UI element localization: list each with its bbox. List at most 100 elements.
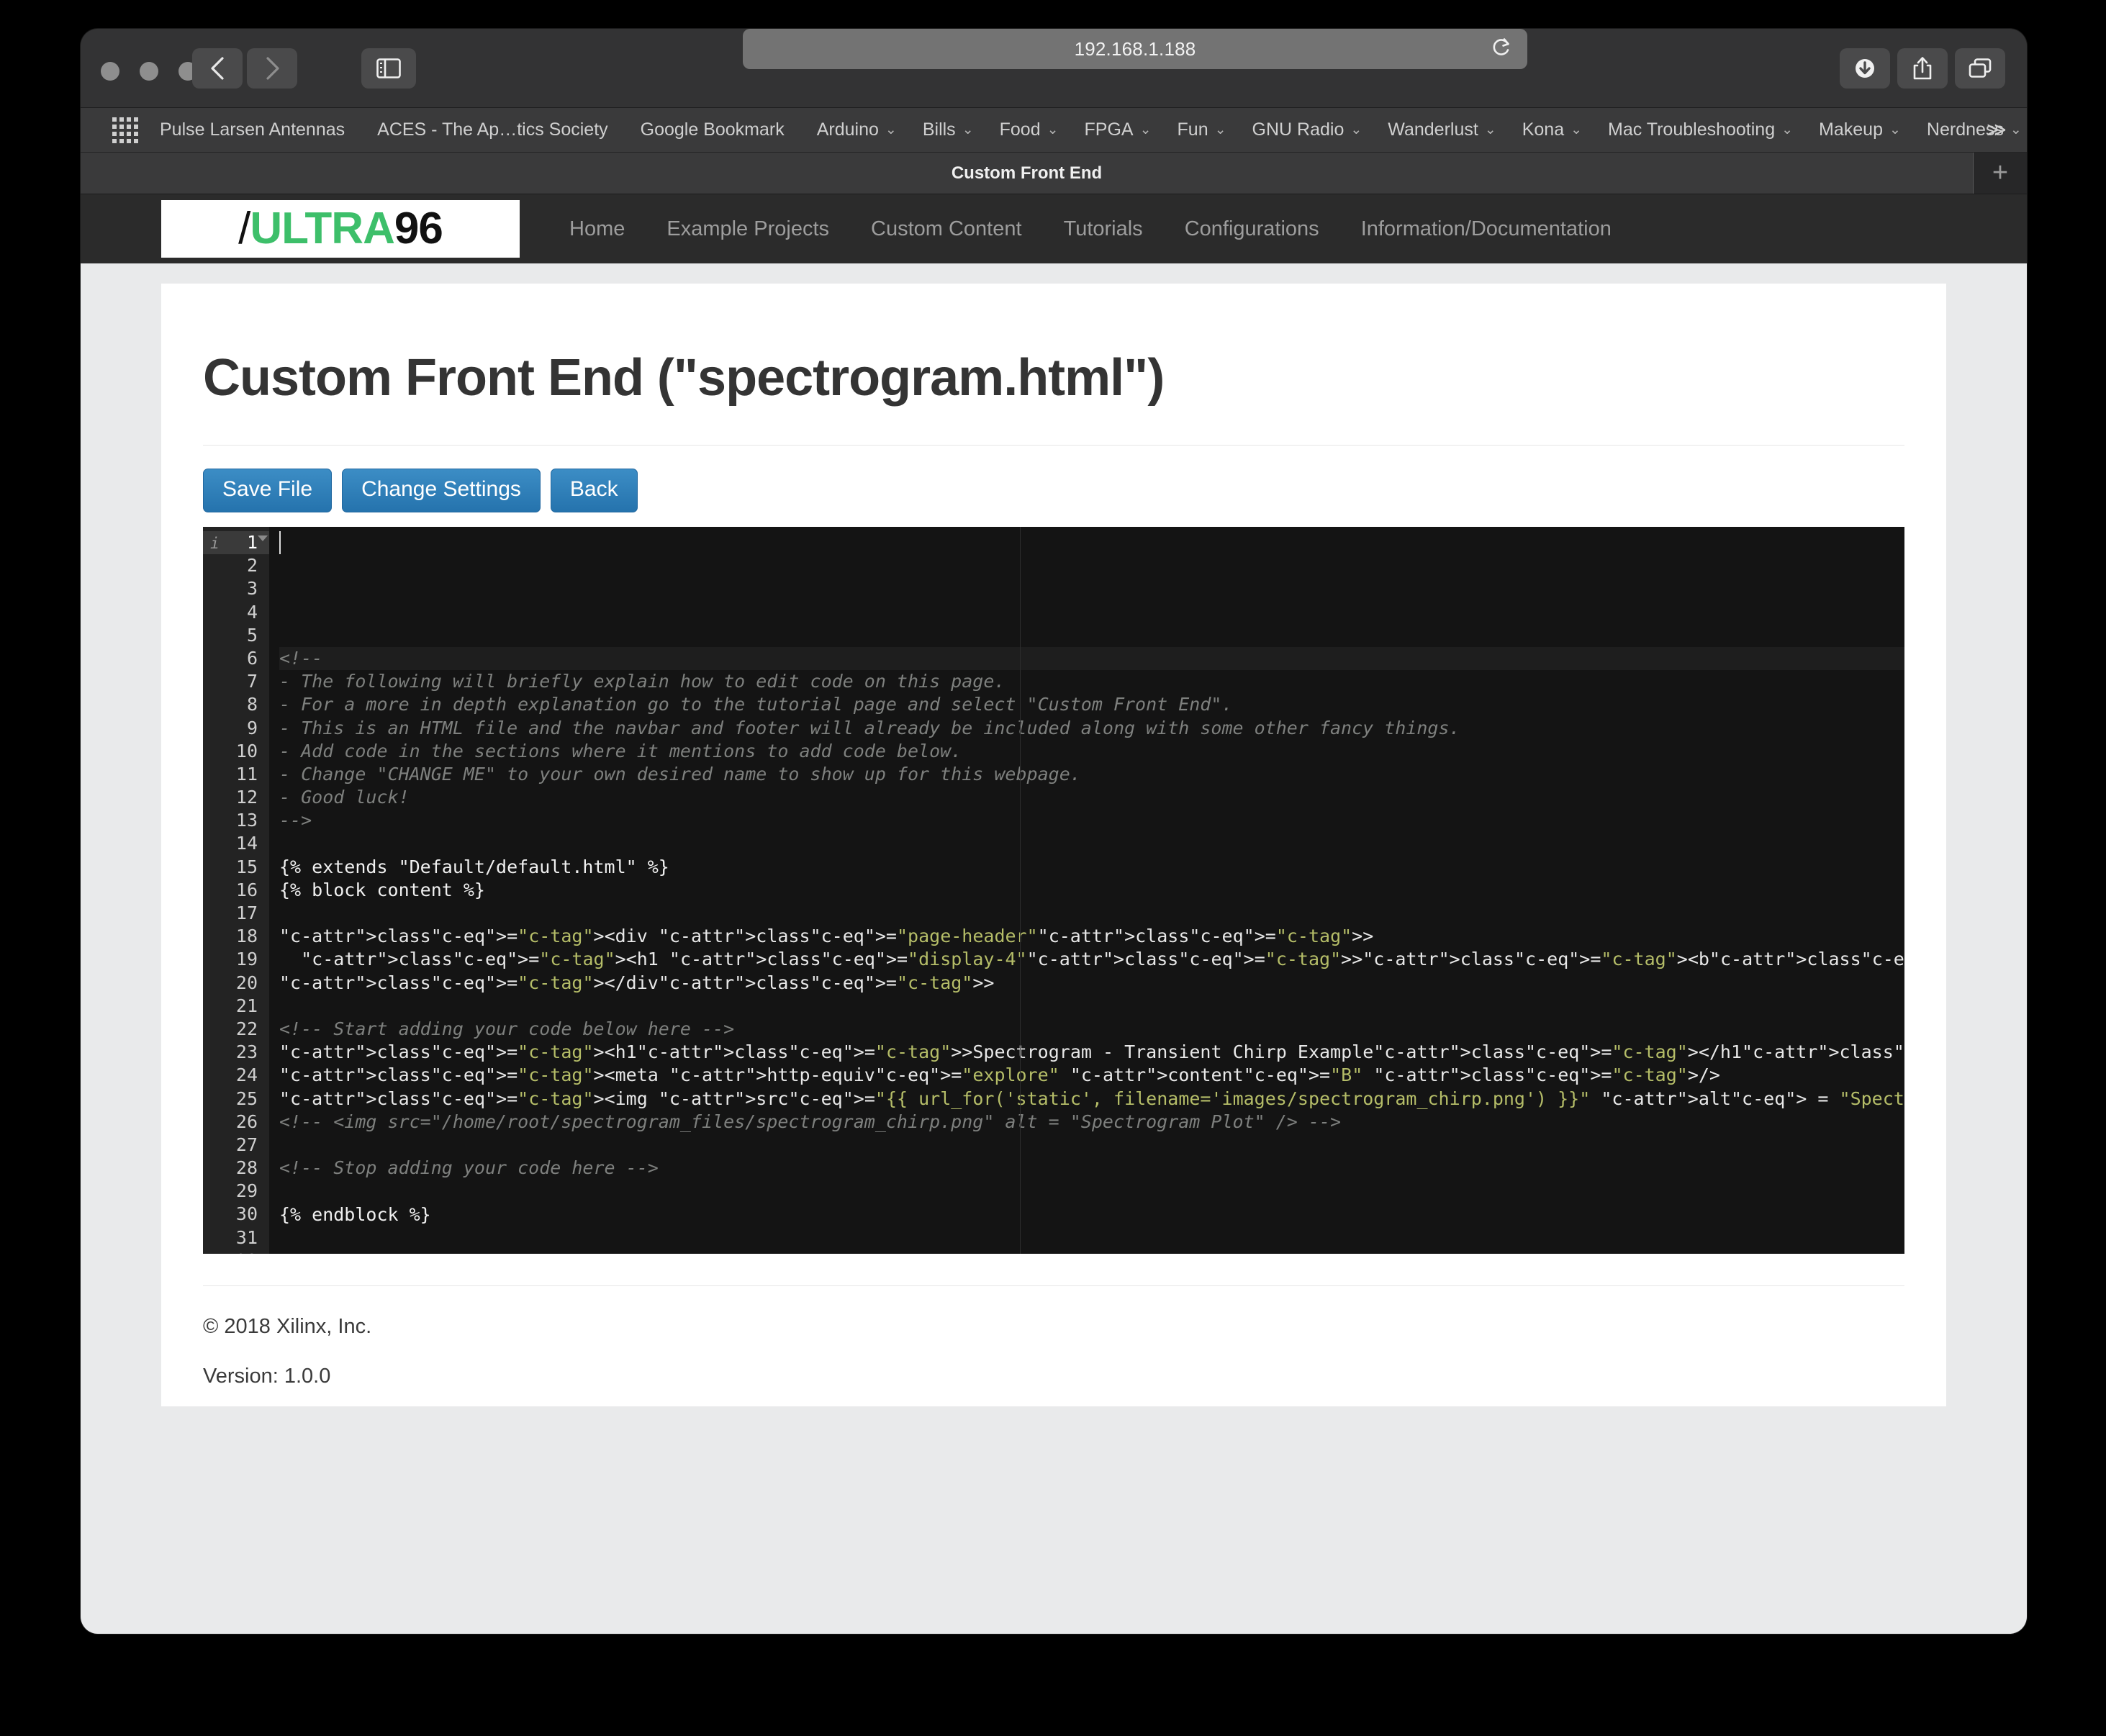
code-line[interactable]: "c-attr">class"c-eq">="c-tag"></div"c-at… [279, 972, 1904, 995]
code-line[interactable] [279, 1249, 1904, 1254]
gutter-line-number[interactable]: 16 [203, 879, 269, 902]
forward-button[interactable] [247, 48, 297, 89]
nav-item-configurations[interactable]: Configurations [1185, 217, 1319, 241]
code-line[interactable]: - The following will briefly explain how… [279, 670, 1904, 693]
code-line[interactable]: "c-attr">class"c-eq">="c-tag"><div "c-at… [279, 925, 1904, 948]
gutter-line-number[interactable]: 18 [203, 925, 269, 948]
bookmark-item[interactable]: Makeup ⌄ [1819, 119, 1901, 140]
gutter-line-number[interactable]: 29 [203, 1180, 269, 1203]
gutter-line-number[interactable]: 7 [203, 670, 269, 693]
gutter-line-number[interactable]: 10 [203, 740, 269, 763]
gutter-line-number[interactable]: 25 [203, 1088, 269, 1111]
share-button[interactable] [1897, 48, 1948, 89]
nav-item-custom-content[interactable]: Custom Content [871, 217, 1022, 241]
code-line[interactable]: {% block content %} [279, 879, 1904, 902]
gutter-line-number[interactable]: 2 [203, 554, 269, 577]
code-line[interactable]: <!-- [279, 647, 1904, 671]
editor-gutter[interactable]: i 1 2 3 4 5 6 7 8 9 10 11 12 13 14 15 16 17 18 19 20 21 22 23 2… [203, 527, 269, 1254]
gutter-line-number[interactable]: 8 [203, 693, 269, 716]
gutter-line-number[interactable]: 6 [203, 647, 269, 670]
new-tab-button[interactable]: + [1974, 153, 2027, 194]
code-line[interactable] [279, 833, 1904, 856]
code-line[interactable]: - Change "CHANGE ME" to your own desired… [279, 763, 1904, 786]
code-line[interactable]: <!-- Stop adding your code here --> [279, 1157, 1904, 1180]
code-line[interactable]: <!-- <img src="/home/root/spectrogram_fi… [279, 1111, 1904, 1134]
bookmark-item[interactable]: Kona ⌄ [1522, 119, 1582, 140]
gutter-line-number[interactable]: 11 [203, 763, 269, 786]
gutter-line-number[interactable]: 14 [203, 832, 269, 855]
code-line[interactable]: "c-attr">class"c-eq">="c-tag"><img "c-at… [279, 1088, 1904, 1111]
close-window-button[interactable] [101, 62, 119, 81]
bookmark-item[interactable]: GNU Radio ⌄ [1252, 119, 1362, 140]
gutter-line-number[interactable]: 26 [203, 1111, 269, 1134]
nav-item-tutorials[interactable]: Tutorials [1064, 217, 1143, 241]
bookmark-item[interactable]: ACES - The Ap…tics Society [377, 119, 615, 140]
gutter-line-number[interactable]: 23 [203, 1041, 269, 1064]
bookmark-item[interactable]: Wanderlust ⌄ [1388, 119, 1496, 140]
minimize-window-button[interactable] [140, 62, 158, 81]
gutter-line-number[interactable]: 21 [203, 995, 269, 1018]
bookmark-item[interactable]: Google Bookmark [641, 119, 791, 140]
code-line[interactable]: - For a more in depth explanation go to … [279, 693, 1904, 716]
gutter-line-number[interactable]: 4 [203, 601, 269, 624]
bookmark-item[interactable]: Arduino ⌄ [817, 119, 897, 140]
gutter-line-number[interactable]: 32 [203, 1249, 269, 1254]
code-line[interactable]: <!-- Start adding your code below here -… [279, 1018, 1904, 1041]
address-bar[interactable]: 192.168.1.188 [743, 29, 1527, 69]
bookmark-item[interactable]: Mac Troubleshooting ⌄ [1608, 119, 1793, 140]
tab-custom-front-end[interactable]: Custom Front End [81, 153, 1974, 194]
gutter-line-number[interactable]: 15 [203, 856, 269, 879]
code-line[interactable] [279, 1134, 1904, 1157]
editor-code-area[interactable]: <!-- - The following will briefly explain… [269, 527, 1904, 1254]
bookmark-item[interactable]: FPGA ⌄ [1085, 119, 1152, 140]
code-line[interactable]: - Add code in the sections where it ment… [279, 740, 1904, 763]
code-line[interactable]: - This is an HTML file and the navbar an… [279, 717, 1904, 740]
tab-overview-button[interactable] [1955, 48, 2005, 89]
show-sidebar-button[interactable] [361, 48, 416, 89]
gutter-line-number[interactable]: 13 [203, 809, 269, 832]
nav-item-information-documentation[interactable]: Information/Documentation [1361, 217, 1612, 241]
back-button[interactable] [192, 48, 243, 89]
code-fold-icon[interactable] [258, 535, 268, 541]
gutter-line-number[interactable]: 28 [203, 1157, 269, 1180]
code-line[interactable] [279, 902, 1904, 925]
code-line[interactable]: {% endblock %} [279, 1203, 1904, 1226]
gutter-line-number[interactable]: 22 [203, 1018, 269, 1041]
bookmark-item[interactable]: Food ⌄ [1000, 119, 1059, 140]
code-line[interactable] [279, 1180, 1904, 1203]
downloads-button[interactable] [1840, 48, 1890, 89]
change-settings-button[interactable]: Change Settings [342, 469, 541, 512]
bookmark-item[interactable]: Nerdness ⌄ [1927, 119, 2022, 140]
nav-item-home[interactable]: Home [569, 217, 625, 241]
code-editor[interactable]: i 1 2 3 4 5 6 7 8 9 10 11 12 13 14 15 16 17 18 19 20 21 22 23 2… [203, 527, 1904, 1254]
gutter-line-number[interactable]: 31 [203, 1226, 269, 1249]
code-line[interactable]: - Good luck! [279, 786, 1904, 809]
gutter-line-number[interactable]: 3 [203, 577, 269, 600]
gutter-line-number[interactable]: 20 [203, 972, 269, 995]
bookmark-item[interactable]: Fun ⌄ [1178, 119, 1226, 140]
nav-item-example-projects[interactable]: Example Projects [666, 217, 829, 241]
gutter-line-number[interactable]: 27 [203, 1134, 269, 1157]
back-button-page[interactable]: Back [550, 469, 638, 512]
code-line[interactable]: "c-attr">class"c-eq">="c-tag"><h1"c-attr… [279, 1041, 1904, 1064]
ultra96-logo[interactable]: /ULTRA96 [161, 200, 520, 258]
reload-icon[interactable] [1491, 37, 1511, 62]
gutter-line-number[interactable]: 12 [203, 786, 269, 809]
code-line[interactable]: "c-attr">class"c-eq">="c-tag"><meta "c-a… [279, 1064, 1904, 1087]
gutter-line-number[interactable]: 17 [203, 902, 269, 925]
save-file-button[interactable]: Save File [203, 469, 333, 512]
code-line[interactable] [279, 1226, 1904, 1249]
gutter-line-number[interactable]: 30 [203, 1203, 269, 1226]
gutter-line-number[interactable]: 19 [203, 948, 269, 971]
bookmarks-overflow-button[interactable]: ≫ [1987, 119, 2007, 141]
bookmark-item[interactable]: Bills ⌄ [923, 119, 974, 140]
code-line[interactable]: {% extends "Default/default.html" %} [279, 856, 1904, 879]
code-line[interactable]: "c-attr">class"c-eq">="c-tag"><h1 "c-att… [279, 948, 1904, 971]
code-line[interactable] [279, 995, 1904, 1018]
apps-grid-icon[interactable] [112, 117, 138, 143]
bookmark-item[interactable]: Pulse Larsen Antennas [160, 119, 351, 140]
gutter-line-number[interactable]: 5 [203, 624, 269, 647]
code-line[interactable]: --> [279, 809, 1904, 832]
gutter-line-number[interactable]: 9 [203, 717, 269, 740]
gutter-line-number[interactable]: 24 [203, 1064, 269, 1087]
